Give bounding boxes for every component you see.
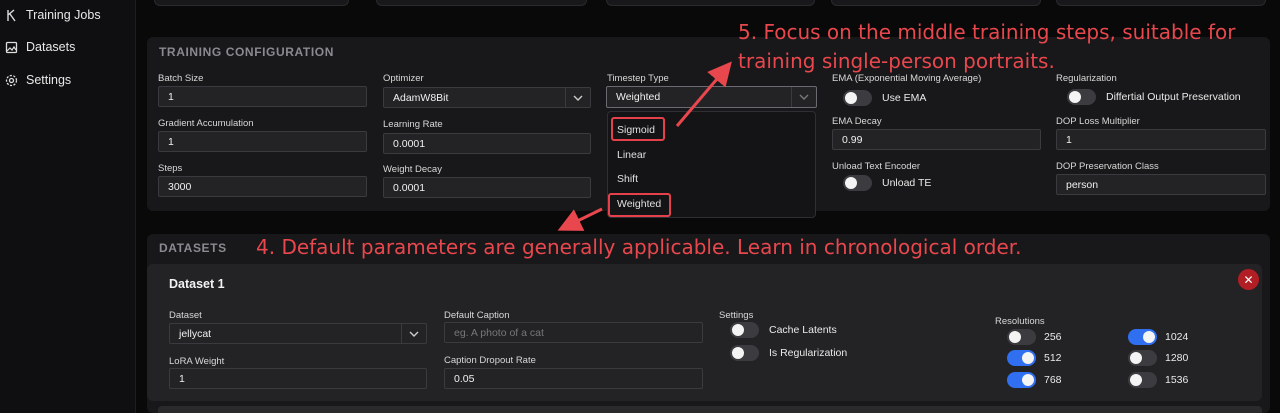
sidebar-item-settings[interactable]: Settings [0, 68, 71, 92]
sidebar-item-label: Settings [26, 73, 72, 87]
annotation-arrow [675, 61, 732, 127]
sidebar-item-label: Training Jobs [26, 8, 101, 22]
main-content: TRAINING CONFIGURATION Batch Size 1 Grad… [136, 0, 1280, 413]
training-jobs-icon [4, 8, 18, 22]
annotation-arrow [557, 207, 603, 231]
annotation-arrows [557, 61, 732, 231]
app-root: Training Jobs Datasets Settings TRAINING… [0, 0, 1280, 413]
gear-icon [4, 73, 18, 87]
datasets-icon [4, 40, 18, 54]
sidebar-item-label: Datasets [26, 40, 76, 54]
sidebar-item-training-jobs[interactable]: Training Jobs [0, 3, 101, 27]
sidebar: Training Jobs Datasets Settings [0, 0, 136, 413]
sidebar-item-datasets[interactable]: Datasets [0, 35, 75, 59]
